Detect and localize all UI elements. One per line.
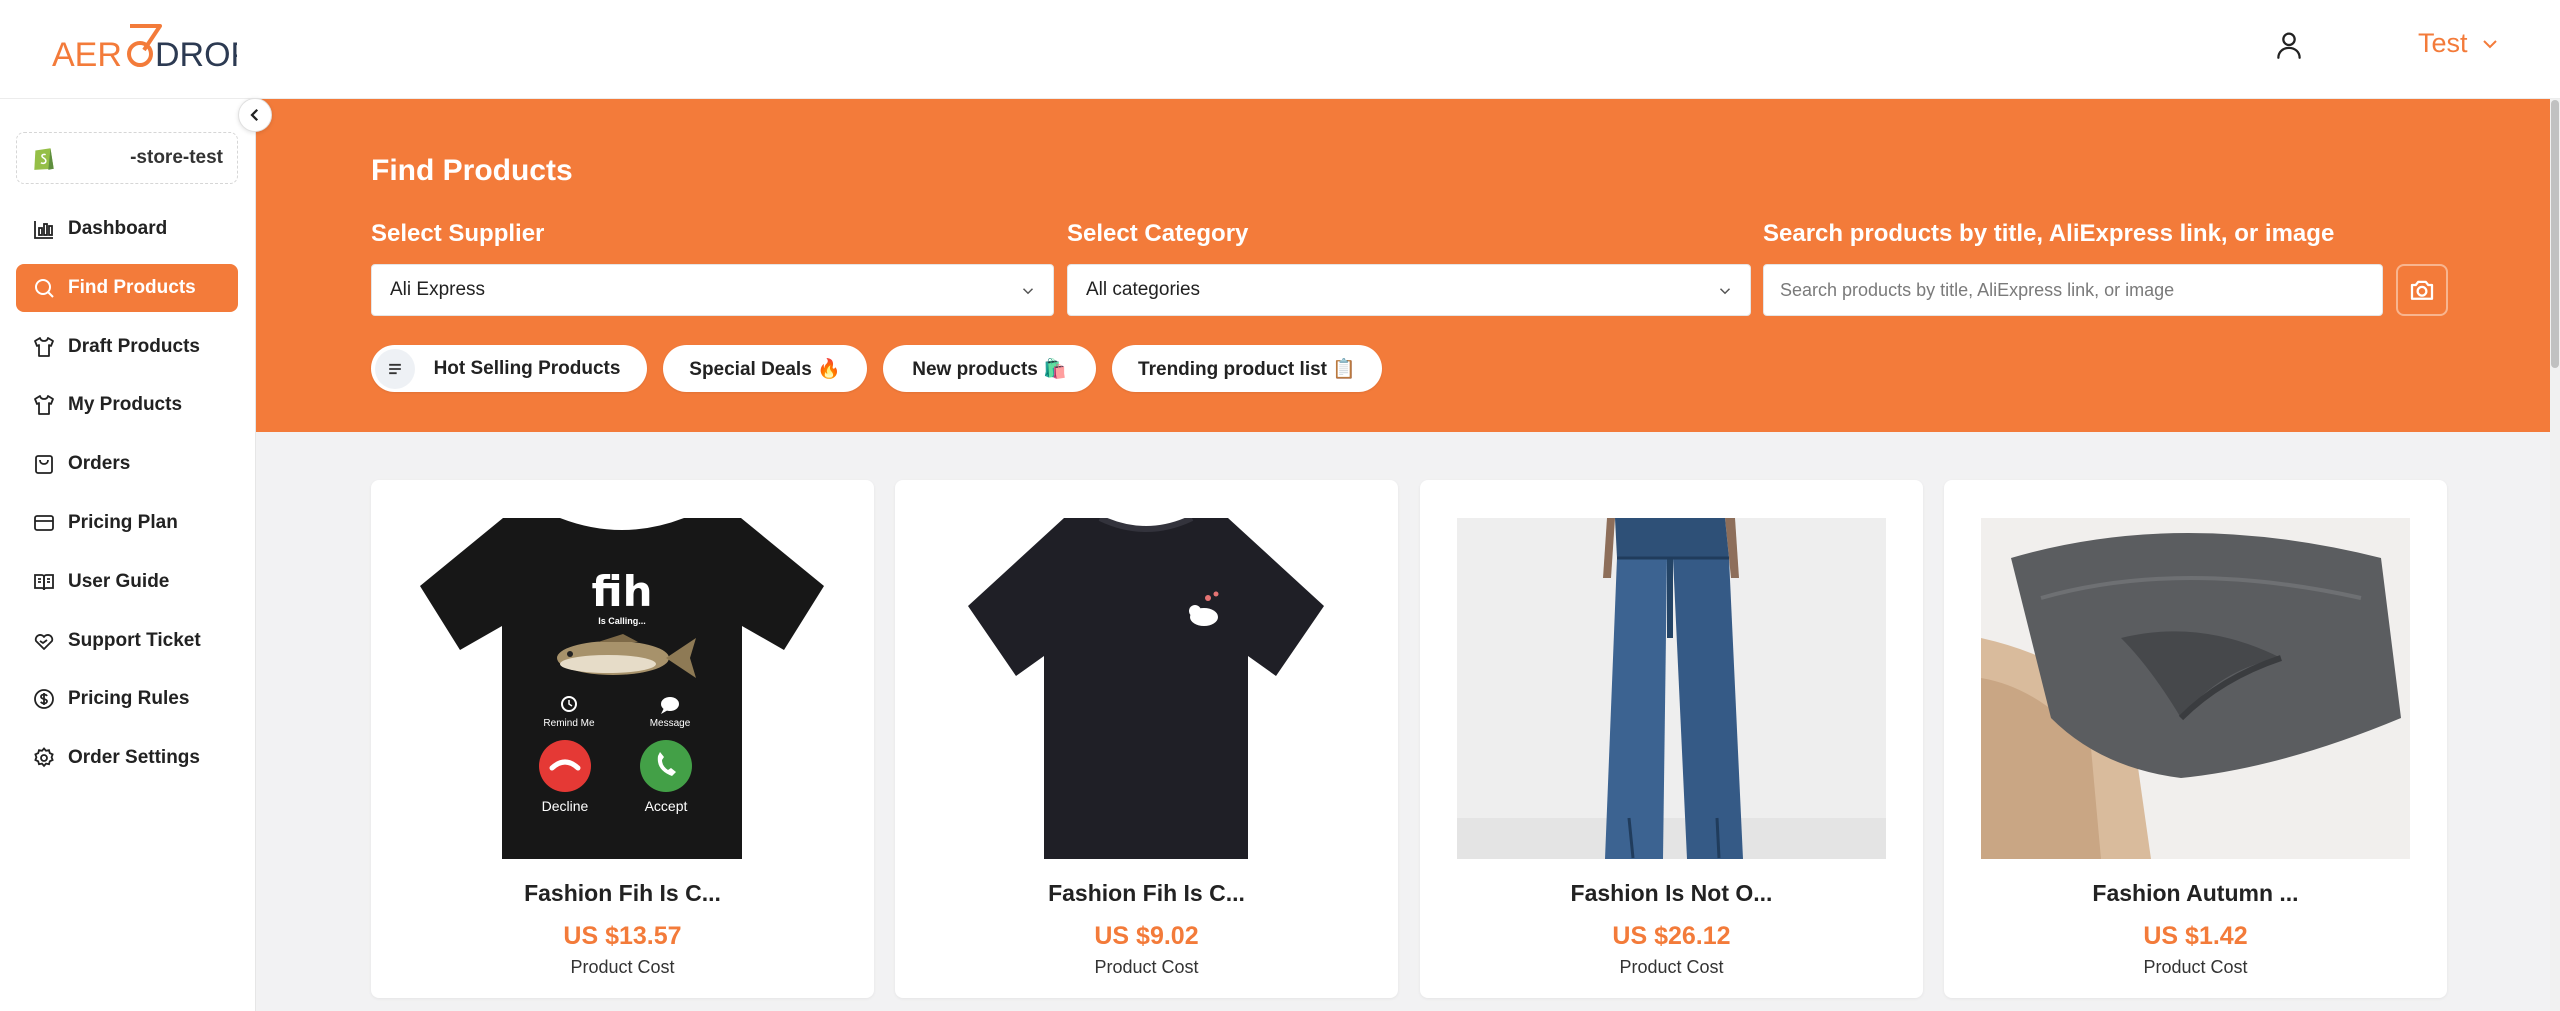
shirt-decline: Decline	[542, 798, 589, 814]
menu-icon-wrap	[375, 349, 415, 389]
chevron-left-icon	[250, 108, 259, 122]
book-icon	[34, 573, 54, 590]
product-card[interactable]: Fashion Fih Is C... US $9.02 Product Cos…	[895, 480, 1398, 998]
search-icon	[35, 278, 54, 298]
sidebar-item-my-products[interactable]: My Products	[16, 381, 238, 429]
svg-text:AER: AER	[52, 36, 122, 74]
sidebar-item-draft-products[interactable]: Draft Products	[16, 323, 238, 371]
product-cost-label: Product Cost	[1619, 957, 1724, 977]
card-icon	[34, 515, 54, 531]
product-card[interactable]: Fashion Autumn ... US $1.42 Product Cost	[1944, 480, 2447, 998]
chevron-down-icon	[1719, 288, 1731, 295]
search-input[interactable]	[1763, 264, 2383, 316]
supplier-label: Select Supplier	[371, 220, 545, 247]
shirt-accept: Accept	[645, 798, 688, 814]
decline-circle	[539, 740, 591, 792]
chart-icon	[34, 221, 53, 239]
sidebar-item-pricing-plan[interactable]: Pricing Plan	[16, 499, 238, 547]
product-price: US $13.57	[563, 922, 682, 950]
chip-label: Trending product list 📋	[1138, 358, 1356, 380]
sidebar-item-label: Find Products	[68, 276, 196, 298]
chevron-down-icon	[2482, 39, 2497, 48]
shirt-icon	[34, 395, 54, 416]
dollar-circle-icon	[34, 689, 54, 710]
user-menu[interactable]: Test	[2418, 28, 2502, 59]
shirt-message: Message	[650, 718, 691, 729]
sidebar-item-label: Draft Products	[68, 335, 200, 357]
sidebar-nav: Dashboard Find Products Draft Products M…	[16, 205, 238, 793]
shirt-fih-text: fih	[591, 567, 652, 616]
sidebar-item-user-guide[interactable]: User Guide	[16, 558, 238, 606]
shopify-icon	[34, 148, 54, 170]
product-card[interactable]: Fashion Is Not O... US $26.12 Product Co…	[1420, 480, 1923, 998]
accept-circle	[640, 740, 692, 792]
heart-hand-icon	[34, 633, 54, 650]
shirt-remind: Remind Me	[543, 718, 595, 729]
category-label: Select Category	[1067, 220, 1249, 247]
product-name: Fashion Fih Is C...	[524, 880, 721, 906]
product-image	[932, 518, 1361, 859]
store-name: -store-test	[130, 147, 223, 168]
product-cost-label: Product Cost	[1094, 957, 1199, 977]
product-image	[1981, 518, 2410, 859]
menu-icon	[389, 363, 401, 375]
sidebar-item-label: Dashboard	[68, 218, 168, 239]
chip-label: Hot Selling Products	[433, 357, 621, 379]
chip-new-products[interactable]: New products 🛍️	[883, 345, 1096, 392]
chip-trending-list[interactable]: Trending product list 📋	[1112, 345, 1382, 392]
camera-icon	[2410, 280, 2434, 300]
sidebar-item-label: My Products	[68, 394, 183, 416]
svg-text:DROP: DROP	[155, 36, 237, 74]
sidebar-item-orders[interactable]: Orders	[16, 440, 238, 488]
chip-label: New products 🛍️	[912, 358, 1067, 380]
product-name: Fashion Autumn ...	[2092, 880, 2299, 906]
chip-hot-selling[interactable]: Hot Selling Products	[371, 345, 647, 392]
user-icon[interactable]	[2272, 28, 2306, 62]
shirt-icon	[34, 336, 54, 357]
shirt-sub-text: Is Calling...	[598, 616, 646, 626]
sidebar-item-label: User Guide	[68, 570, 170, 592]
sidebar-item-dashboard[interactable]: Dashboard	[16, 205, 238, 253]
sidebar-item-label: Support Ticket	[68, 629, 201, 651]
sidebar-item-label: Order Settings	[68, 747, 200, 769]
top-bar: AER DROP Test	[0, 0, 2560, 99]
sidebar-item-support-ticket[interactable]: Support Ticket	[16, 617, 238, 665]
supplier-select[interactable]: Ali Express	[371, 264, 1054, 316]
product-cost-label: Product Cost	[570, 957, 675, 977]
product-image	[1457, 518, 1886, 859]
sidebar-collapse-button[interactable]	[238, 98, 272, 132]
image-search-button[interactable]	[2396, 264, 2448, 316]
sidebar-item-label: Pricing Plan	[68, 511, 178, 533]
product-image: fih Is Calling... Remind Me Message Decl…	[408, 518, 837, 859]
user-name: Test	[2418, 28, 2468, 58]
product-name: Fashion Fih Is C...	[1048, 880, 1245, 906]
gear-icon	[34, 747, 54, 768]
chevron-down-icon	[1022, 288, 1034, 295]
search-label: Search products by title, AliExpress lin…	[1763, 220, 2335, 247]
page-title: Find Products	[371, 154, 573, 187]
aerodrop-logo[interactable]: AER DROP	[52, 22, 237, 74]
sidebar-item-find-products[interactable]: Find Products	[16, 263, 238, 312]
supplier-value: Ali Express	[390, 279, 486, 300]
store-selector[interactable]: -store-test	[16, 132, 238, 184]
product-name: Fashion Is Not O...	[1570, 880, 1773, 906]
chip-special-deals[interactable]: Special Deals 🔥	[663, 345, 867, 392]
sidebar-item-label: Pricing Rules	[68, 688, 190, 710]
sidebar-item-pricing-rules[interactable]: Pricing Rules	[16, 675, 238, 723]
sidebar-item-label: Orders	[68, 453, 131, 475]
scrollbar-thumb[interactable]	[2551, 100, 2559, 368]
category-select[interactable]: All categories	[1067, 264, 1751, 316]
category-value: All categories	[1086, 279, 1201, 300]
product-price: US $1.42	[2143, 922, 2248, 950]
sidebar-item-order-settings[interactable]: Order Settings	[16, 734, 238, 782]
bag-icon	[35, 455, 53, 475]
product-price: US $26.12	[1612, 922, 1731, 950]
chip-label: Special Deals 🔥	[689, 358, 841, 380]
product-card[interactable]: fih Is Calling... Remind Me Message Decl…	[371, 480, 874, 998]
product-price: US $9.02	[1094, 922, 1199, 950]
product-cost-label: Product Cost	[2143, 957, 2248, 977]
